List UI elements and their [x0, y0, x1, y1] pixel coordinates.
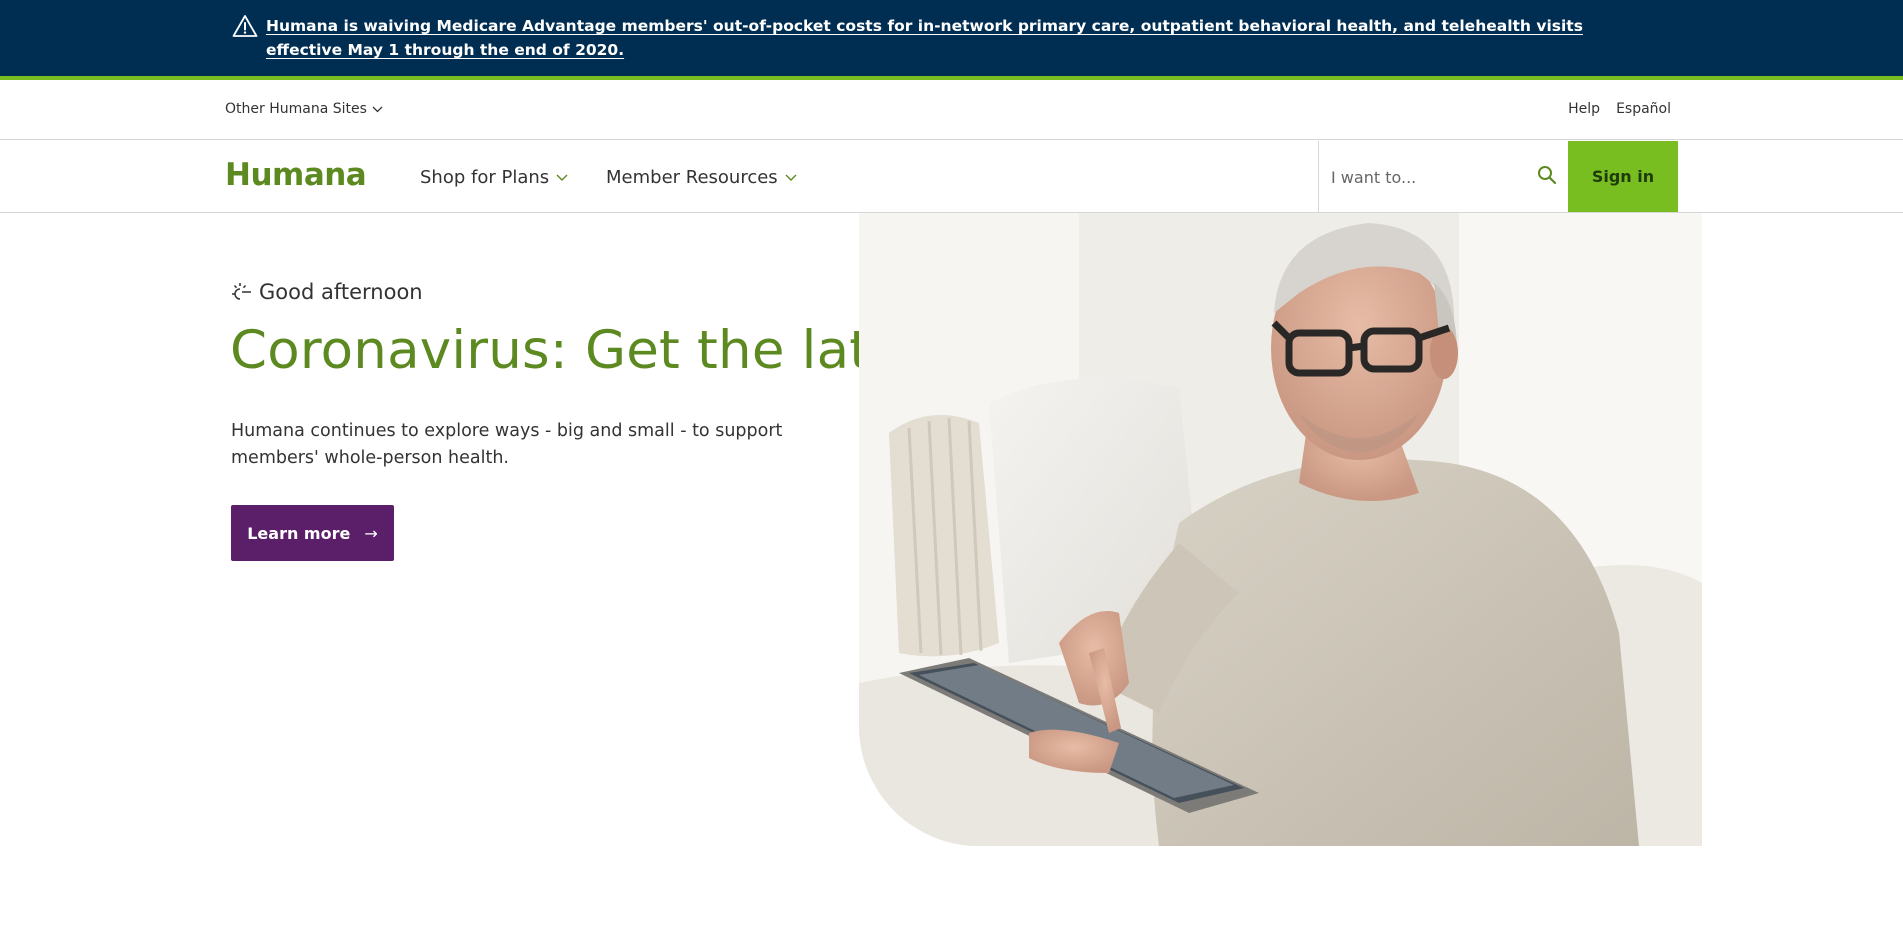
humana-logo[interactable]: Humana [225, 157, 367, 193]
hero-image [859, 213, 1702, 846]
chevron-down-icon [556, 174, 568, 181]
greeting: Good afternoon [231, 280, 423, 304]
nav-shop-for-plans[interactable]: Shop for Plans [420, 167, 568, 188]
search-icon[interactable] [1537, 165, 1557, 185]
alert-link[interactable]: Humana is waiving Medicare Advantage mem… [266, 14, 1652, 62]
greeting-text: Good afternoon [259, 280, 423, 304]
main-navigation: Humana Shop for Plans Member Resources S… [0, 141, 1903, 213]
espanol-link[interactable]: Español [1616, 101, 1671, 117]
chevron-down-icon [372, 106, 383, 112]
hero-title: Coronavirus: Get the latest [230, 320, 952, 381]
warning-icon [232, 15, 258, 37]
utility-bar: Other Humana Sites Help Español [0, 80, 1903, 140]
nav-member-resources[interactable]: Member Resources [606, 167, 797, 188]
utility-links: Help Español [1568, 101, 1671, 117]
search-box [1318, 141, 1568, 212]
other-humana-sites-dropdown[interactable]: Other Humana Sites [225, 101, 383, 117]
arrow-right-icon: → [364, 523, 378, 543]
alert-content: Humana is waiving Medicare Advantage mem… [232, 14, 1652, 62]
nav-shop-label: Shop for Plans [420, 167, 550, 188]
sun-icon [232, 283, 251, 300]
nav-member-label: Member Resources [606, 167, 778, 188]
learn-more-button[interactable]: Learn more → [231, 505, 394, 561]
man-using-tablet-illustration [859, 213, 1702, 846]
sign-in-button[interactable]: Sign in [1568, 141, 1678, 212]
other-sites-label: Other Humana Sites [225, 101, 367, 117]
alert-banner: Humana is waiving Medicare Advantage mem… [0, 0, 1903, 80]
learn-more-label: Learn more [247, 523, 351, 543]
hero-description: Humana continues to explore ways - big a… [231, 421, 783, 468]
help-link[interactable]: Help [1568, 101, 1600, 117]
chevron-down-icon [785, 174, 797, 181]
search-input[interactable] [1331, 161, 1521, 193]
